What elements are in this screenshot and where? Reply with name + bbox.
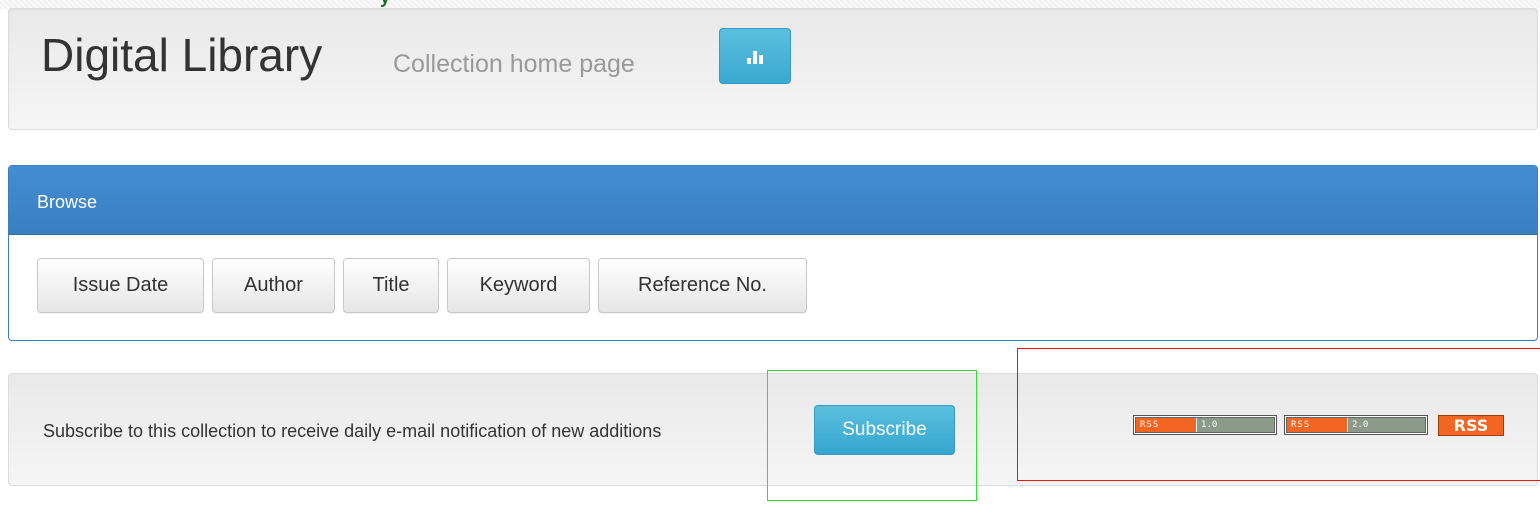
browse-by-issue-date-button[interactable]: Issue Date	[37, 258, 204, 313]
bar-chart-icon	[747, 51, 763, 64]
browse-panel-title: Browse	[37, 192, 98, 212]
subscribe-description: Subscribe to this collection to receive …	[43, 421, 662, 441]
rss-1-0-badge-version: 1.0	[1196, 418, 1274, 432]
statistics-button[interactable]	[719, 28, 791, 84]
rss-2-0-badge-left: RSS	[1287, 418, 1347, 432]
browse-by-author-button[interactable]: Author	[212, 258, 335, 313]
rss-2-0-badge-version: 2.0	[1347, 418, 1425, 432]
rss-feed-link[interactable]: RSS	[1438, 415, 1504, 436]
browse-panel-heading: Browse	[9, 166, 1537, 235]
browse-panel: Browse Issue Date Author Title Keyword R…	[8, 165, 1538, 341]
page-title: Digital Library	[41, 29, 323, 81]
cut-off-glyph: y	[380, 0, 390, 6]
rss-1-0-feed-link[interactable]: RSS 1.0	[1133, 415, 1277, 435]
browse-by-title-button[interactable]: Title	[343, 258, 439, 313]
collection-header: Digital Library Collection home page	[8, 8, 1538, 130]
rss-2-0-feed-link[interactable]: RSS 2.0	[1284, 415, 1428, 435]
rss-1-0-badge-left: RSS	[1136, 418, 1196, 432]
page-subtitle: Collection home page	[393, 50, 635, 78]
subscribe-button[interactable]: Subscribe	[814, 405, 955, 455]
browse-by-keyword-button[interactable]: Keyword	[447, 258, 590, 313]
browse-by-reference-no-button[interactable]: Reference No.	[598, 258, 807, 313]
